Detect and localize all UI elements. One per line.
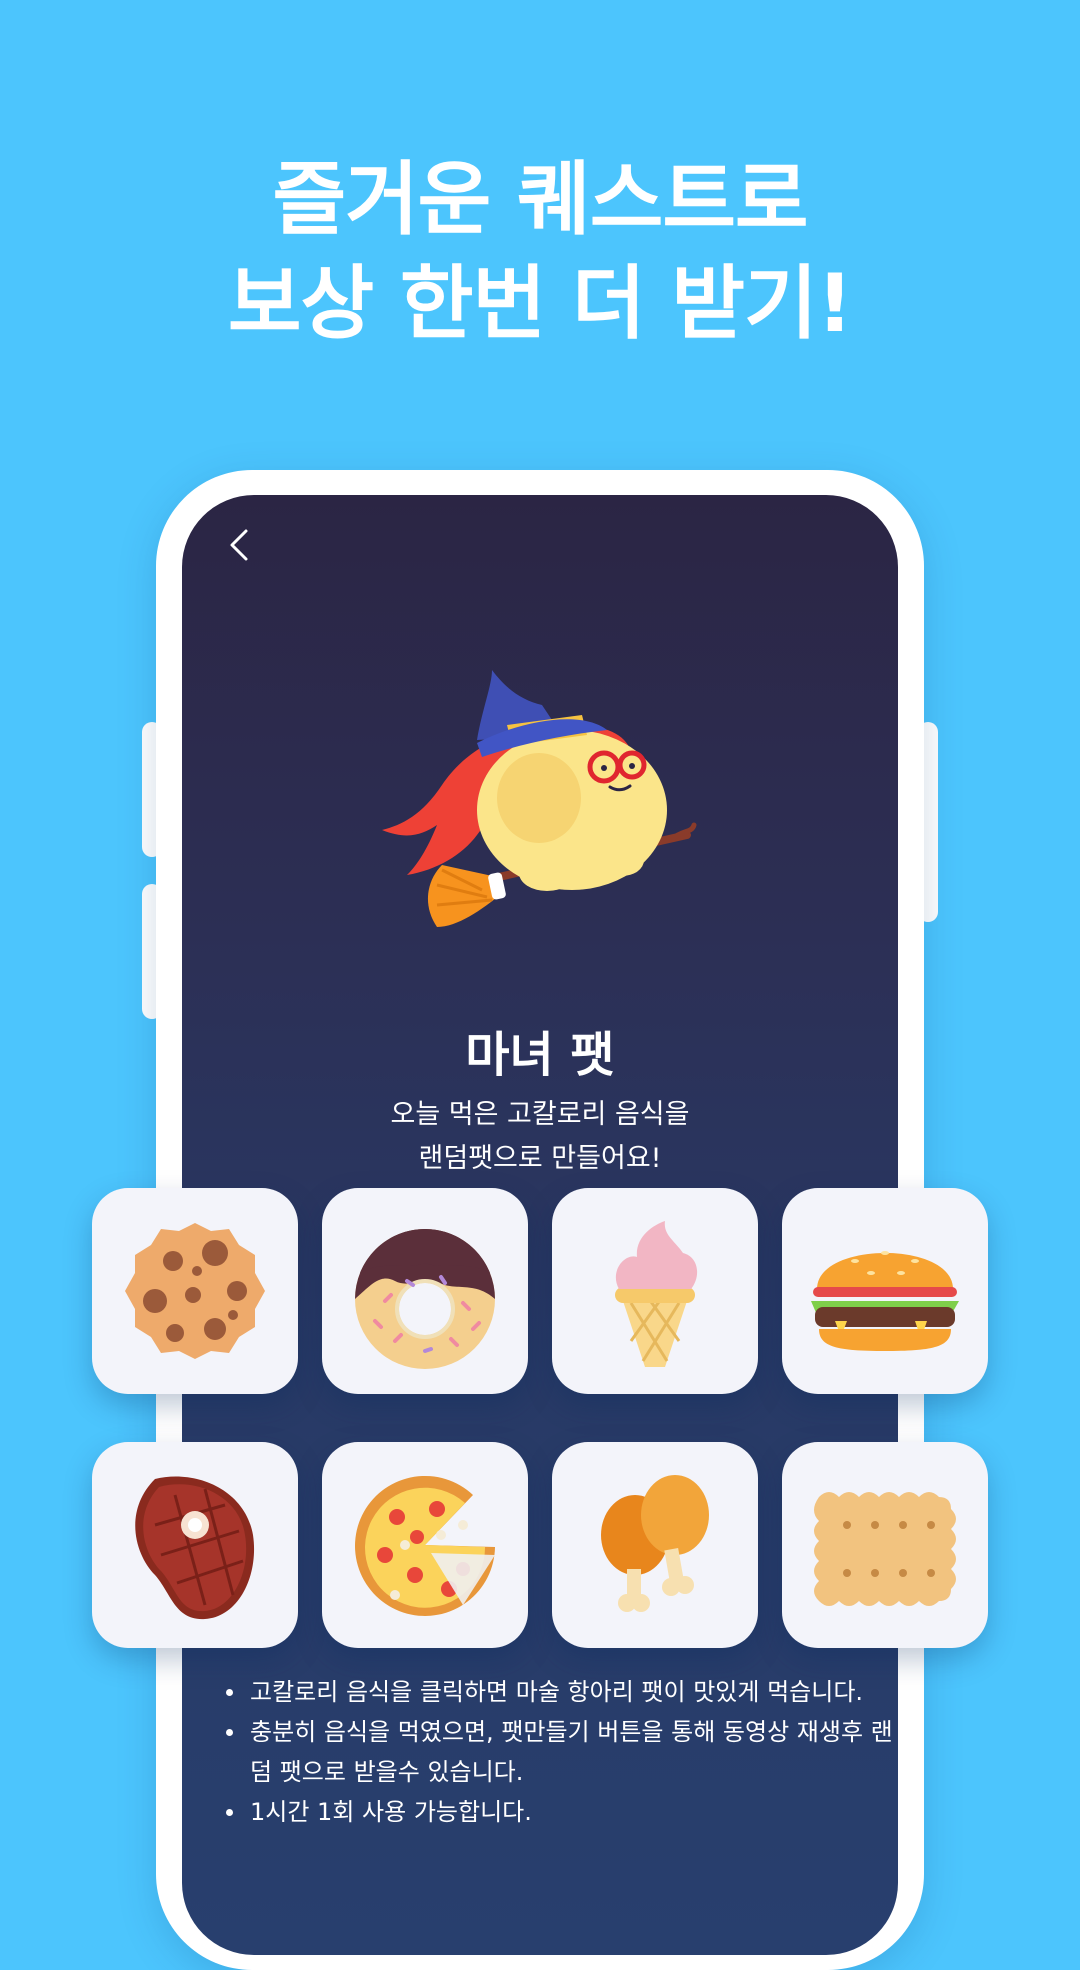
food-steak[interactable] <box>92 1442 298 1648</box>
food-chicken[interactable] <box>552 1442 758 1648</box>
food-cookie[interactable] <box>92 1188 298 1394</box>
food-ice-cream[interactable] <box>552 1188 758 1394</box>
usage-notes: 고칼로리 음식을 클릭하면 마술 항아리 팻이 맛있게 먹습니다. 충분히 음식… <box>218 1672 898 1832</box>
food-biscuit[interactable] <box>782 1442 988 1648</box>
headline-line-2: 보상 한번 더 받기! <box>227 257 853 350</box>
steak-icon <box>135 1476 255 1620</box>
food-hamburger[interactable] <box>782 1188 988 1394</box>
witch-pet-mascot <box>382 670 697 927</box>
chicken-drumstick-icon <box>601 1475 709 1612</box>
usage-note: 1시간 1회 사용 가능합니다. <box>218 1792 898 1832</box>
pet-description: 오늘 먹은 고칼로리 음식을 랜덤팻으로 만들어요! <box>182 1093 898 1181</box>
food-pizza[interactable] <box>322 1442 528 1648</box>
cookie-icon <box>125 1223 265 1359</box>
pet-name-title: 마녀 팻 <box>465 1027 615 1083</box>
pet-description-line-1: 오늘 먹은 고칼로리 음식을 <box>390 1099 690 1130</box>
chevron-left-icon[interactable] <box>222 525 262 565</box>
biscuit-icon <box>814 1492 956 1606</box>
usage-note: 충분히 음식을 먹였으면, 팻만들기 버튼을 통해 동영상 재생후 랜덤 팻으로… <box>218 1712 898 1792</box>
donut-icon <box>355 1228 495 1369</box>
pizza-icon <box>355 1475 495 1616</box>
hamburger-icon <box>811 1251 959 1351</box>
pet-description-line-2: 랜덤팻으로 만들어요! <box>418 1143 662 1174</box>
food-donut[interactable] <box>322 1188 528 1394</box>
ice-cream-icon <box>615 1221 698 1367</box>
usage-note: 고칼로리 음식을 클릭하면 마술 항아리 팻이 맛있게 먹습니다. <box>218 1672 898 1712</box>
headline-line-1: 즐거운 퀘스트로 <box>272 153 808 246</box>
headline: 즐거운 퀘스트로 보상 한번 더 받기! <box>0 148 1080 356</box>
